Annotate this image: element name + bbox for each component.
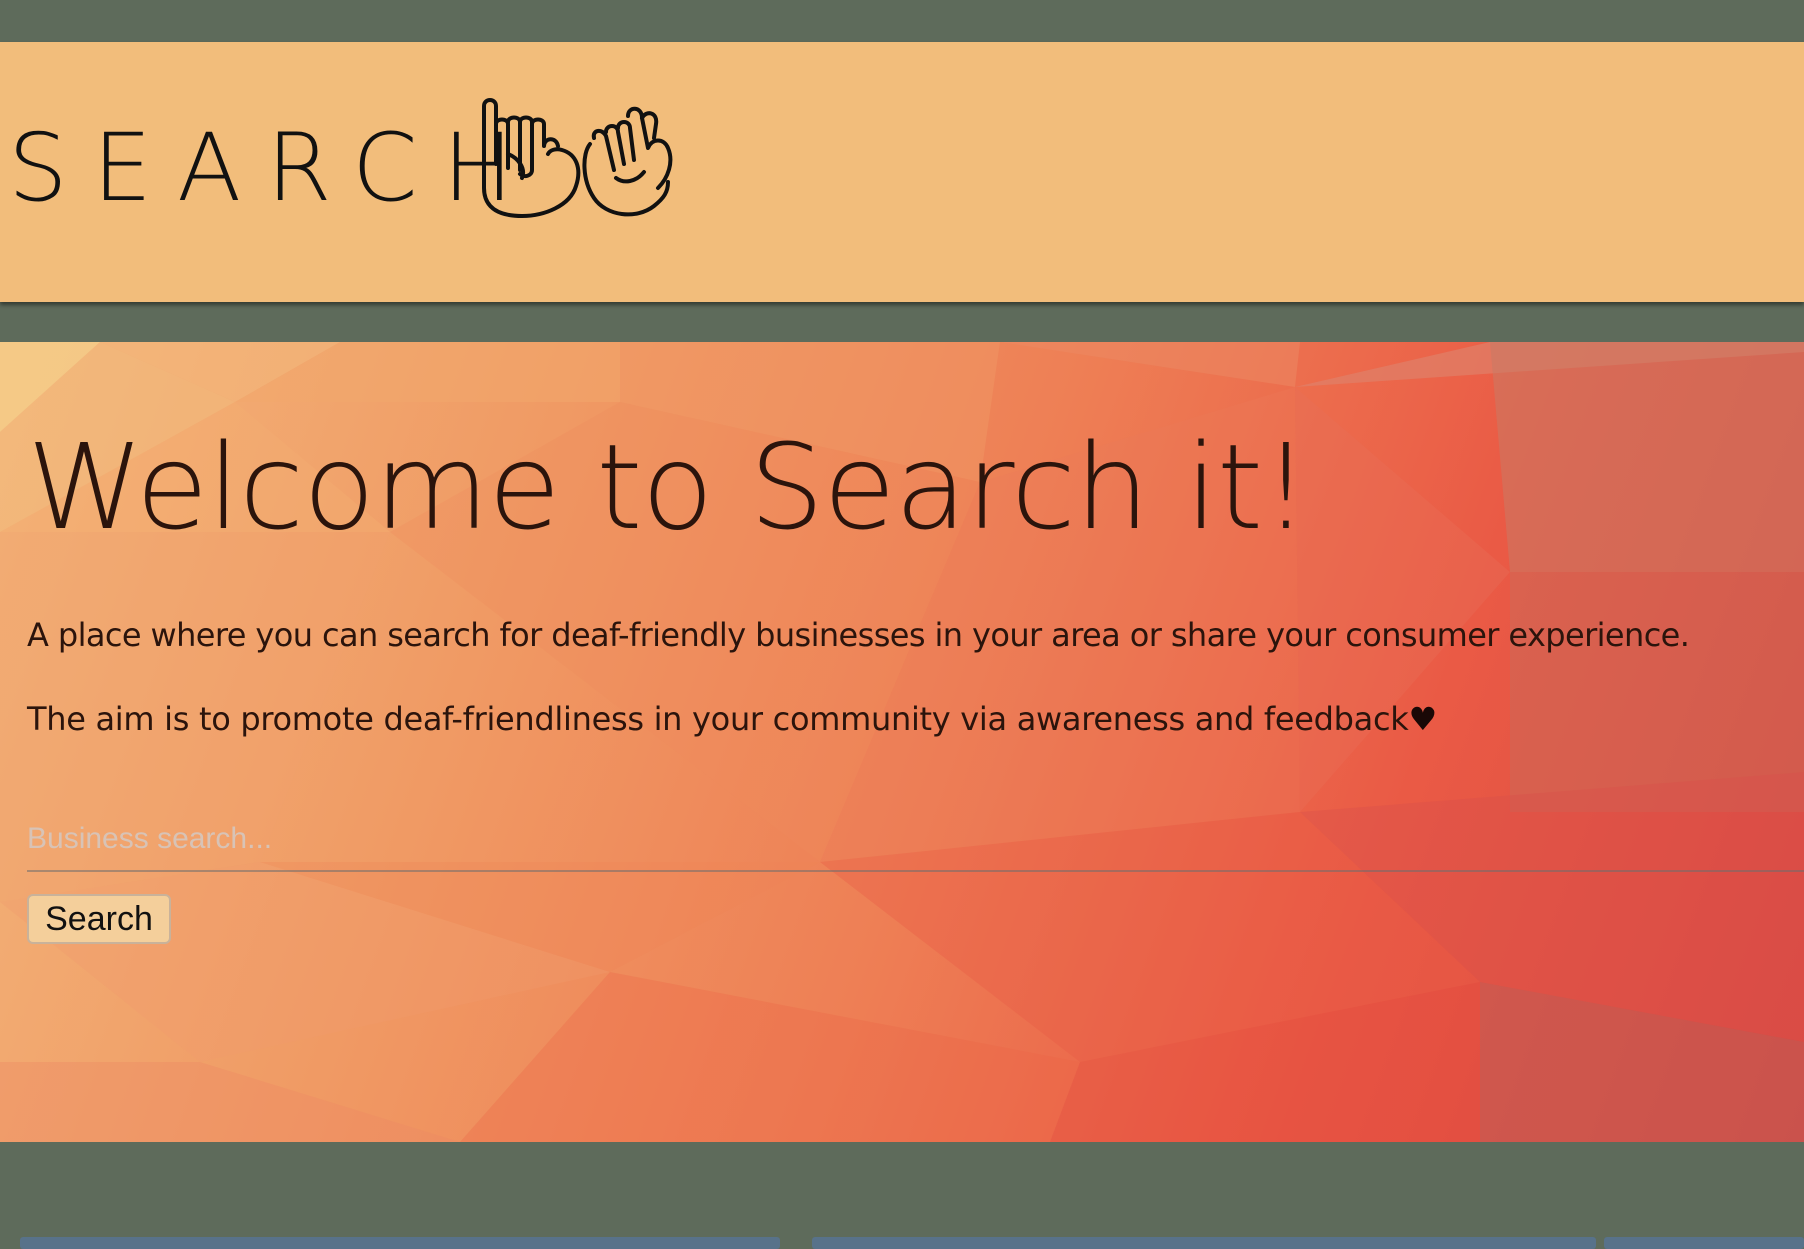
bottom-card-1: [20, 1237, 780, 1249]
bottom-card-2: [812, 1237, 1596, 1249]
aim-text: The aim is to promote deaf-friendliness …: [27, 700, 1409, 738]
hero-title: Welcome to Search it!: [27, 418, 1309, 556]
bottom-card-3: [1604, 1237, 1804, 1249]
heart-icon: ♥: [1408, 700, 1438, 738]
sign-language-hands-icon: [482, 98, 673, 218]
hero-intro-text: A place where you can search for deaf-fr…: [27, 616, 1690, 654]
hero-aim-text: The aim is to promote deaf-friendliness …: [27, 700, 1437, 738]
search-button[interactable]: Search: [27, 894, 171, 944]
hero-banner: Welcome to Search it! A place where you …: [0, 342, 1804, 1142]
site-header: SEARCH: [0, 42, 1804, 302]
business-search-input[interactable]: [27, 808, 1804, 872]
logo-text[interactable]: SEARCH: [8, 122, 538, 216]
